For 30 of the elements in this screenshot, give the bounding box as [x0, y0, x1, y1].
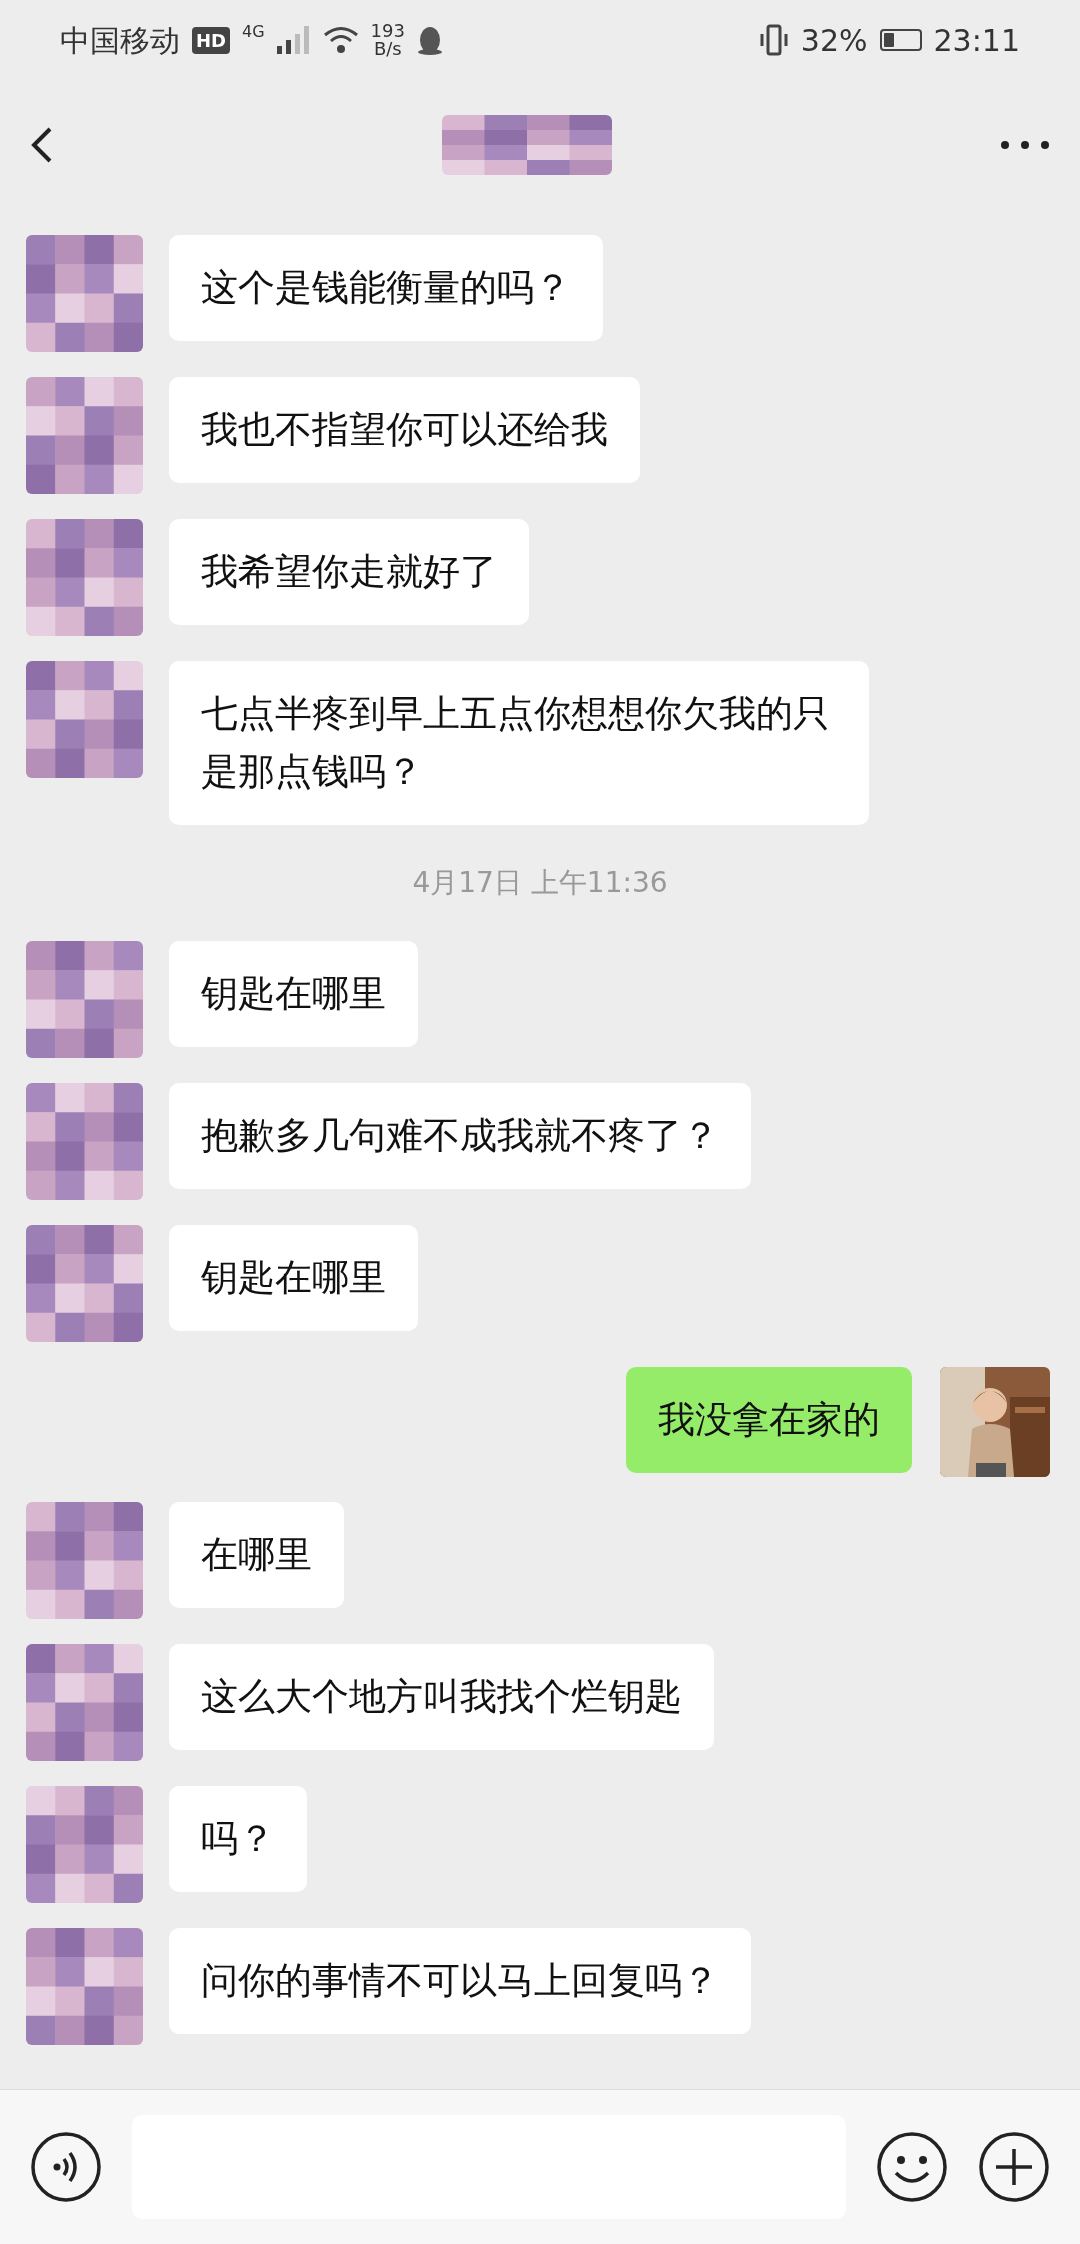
message-bubble: 我也不指望你可以还给我 — [169, 377, 640, 483]
message-bubble: 这个是钱能衡量的吗？ — [169, 235, 603, 341]
message-bubble: 吗？ — [169, 1786, 307, 1892]
message-bubble: 在哪里 — [169, 1502, 344, 1608]
battery-icon — [879, 29, 922, 51]
battery-percent: 32% — [800, 21, 868, 60]
wifi-icon — [322, 26, 359, 54]
message-bubble: 我没拿在家的 — [626, 1367, 912, 1473]
more-icon[interactable] — [1000, 140, 1050, 150]
message-bubble: 钥匙在哪里 — [169, 941, 418, 1047]
message-bubble: 问你的事情不可以马上回复吗？ — [169, 1928, 751, 2034]
network-type: 4G — [242, 21, 265, 43]
timestamp: 4月17日 上午11:36 — [412, 865, 668, 901]
hd-badge: HD — [192, 26, 230, 54]
message-bubble: 这么大个地方叫我找个烂钥匙 — [169, 1644, 714, 1750]
plus-icon[interactable] — [978, 2131, 1050, 2203]
speed-value: 193 — [370, 22, 405, 40]
voice-icon[interactable] — [30, 2131, 102, 2203]
message-bubble: 抱歉多几句难不成我就不疼了？ — [169, 1083, 751, 1189]
back-icon[interactable] — [30, 125, 54, 165]
vibrate-icon — [758, 24, 789, 56]
message-bubble: 七点半疼到早上五点你想想你欠我的只是那点钱吗？ — [169, 661, 869, 825]
emoji-icon[interactable] — [876, 2131, 948, 2203]
penguin-icon — [416, 25, 443, 55]
carrier-name: 中国移动 — [60, 21, 180, 60]
clock-time: 23:11 — [933, 21, 1020, 60]
signal-icon — [276, 26, 311, 54]
message-bubble: 钥匙在哪里 — [169, 1225, 418, 1331]
message-bubble: 我希望你走就好了 — [169, 519, 529, 625]
speed-unit: B/s — [373, 40, 402, 58]
